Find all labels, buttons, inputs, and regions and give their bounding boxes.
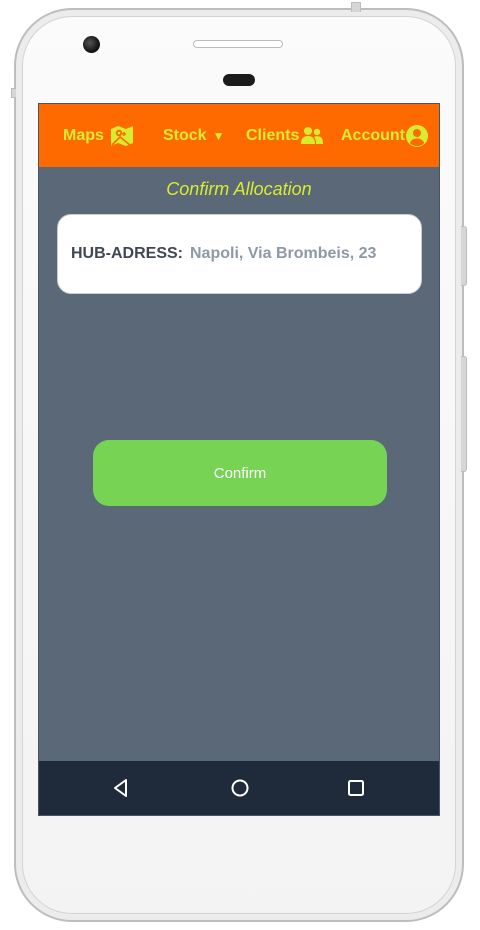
page: Maps Stock ▼ Clients Account Confirm All… [0, 0, 480, 930]
top-navigation-bar: Maps Stock ▼ Clients Account [39, 104, 439, 167]
phone-top-button [351, 2, 361, 12]
nav-account-label: Account [341, 127, 405, 144]
home-icon[interactable] [228, 776, 252, 800]
nav-clients[interactable]: Clients [246, 124, 324, 148]
android-navigation-bar [39, 761, 439, 815]
nav-clients-label: Clients [246, 127, 300, 144]
nav-account[interactable]: Account [341, 124, 429, 148]
phone-power-button [461, 226, 467, 286]
app-screen: Maps Stock ▼ Clients Account Confirm All… [38, 103, 440, 816]
nav-stock-label: Stock [163, 127, 207, 144]
nav-maps-label: Maps [63, 127, 104, 144]
hub-address-value: Napoli, Via Brombeis, 23 [190, 245, 377, 262]
phone-left-button [11, 88, 16, 98]
hub-address-card: HUB-ADRESS: Napoli, Via Brombeis, 23 [57, 214, 422, 294]
earpiece-speaker [193, 40, 283, 48]
map-icon [110, 125, 134, 147]
hub-address-label: HUB-ADRESS: [71, 245, 183, 262]
recent-apps-icon[interactable] [344, 776, 368, 800]
caret-down-icon: ▼ [212, 129, 225, 143]
phone-volume-button [461, 356, 467, 472]
nav-stock[interactable]: Stock ▼ [163, 124, 224, 148]
confirm-button[interactable]: Confirm [93, 440, 387, 506]
account-circle-icon [405, 124, 429, 148]
nav-maps[interactable]: Maps [63, 124, 134, 148]
users-icon [300, 126, 324, 146]
page-title: Confirm Allocation [166, 179, 312, 199]
front-camera [83, 36, 100, 53]
back-icon[interactable] [109, 776, 133, 800]
proximity-sensor [223, 74, 255, 86]
